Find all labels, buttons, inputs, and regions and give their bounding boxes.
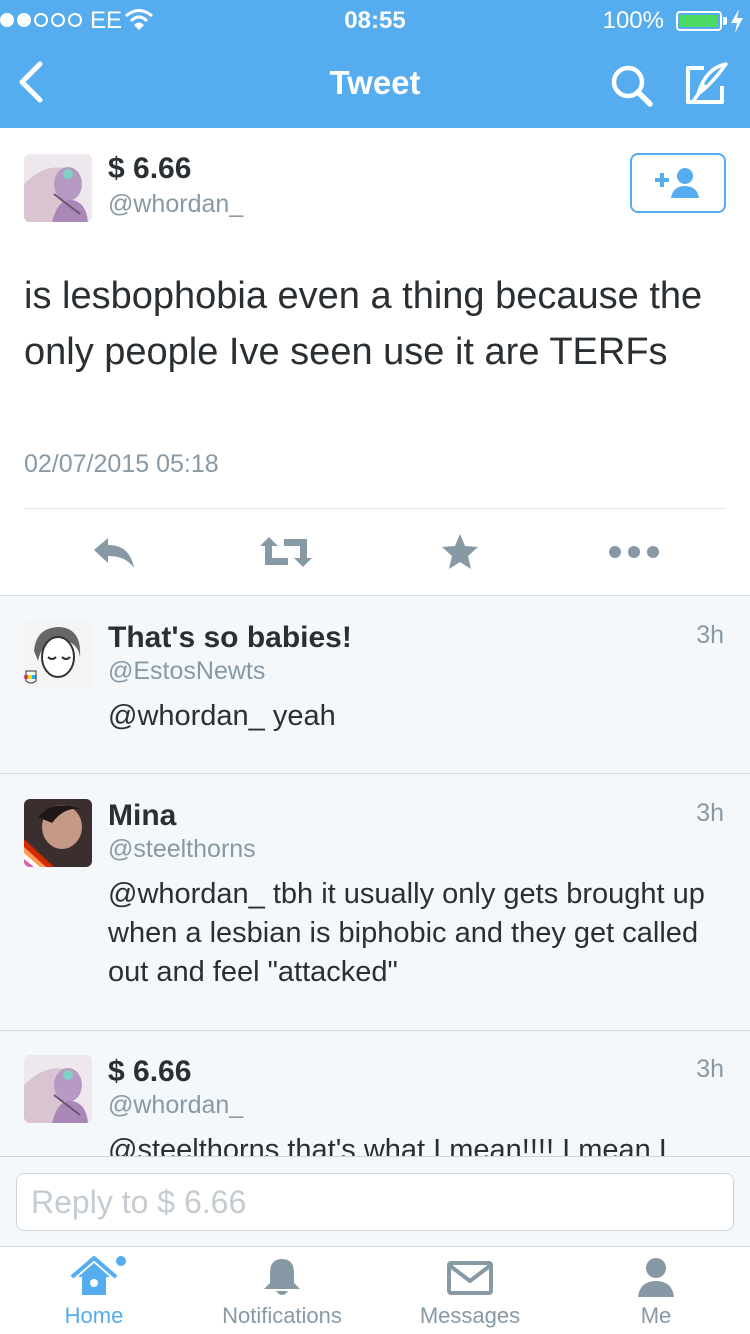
tab-me[interactable]: Me xyxy=(562,1247,750,1334)
compose-icon xyxy=(686,62,728,104)
reply-author-name[interactable]: That's so babies! xyxy=(108,621,352,655)
reply-text: @whordan_ tbh it usually only gets broug… xyxy=(108,878,705,988)
retweet-icon xyxy=(260,537,312,567)
reply-author-name[interactable]: $ 6.66 xyxy=(108,1055,191,1089)
reply-author-handle[interactable]: @whordan_ xyxy=(108,1091,243,1120)
avatar[interactable] xyxy=(24,1055,92,1123)
charging-bolt-icon xyxy=(731,9,743,33)
favorite-icon xyxy=(442,534,478,569)
tab-bar: Home Notifications Messages Me xyxy=(0,1246,750,1334)
tab-label: Notifications xyxy=(222,1303,342,1328)
tab-home[interactable]: Home xyxy=(0,1247,188,1334)
reply-text: @steelthorns that's what I mean!!!! I me… xyxy=(108,1134,667,1156)
reply-tweet[interactable]: Mina @steelthorns 3h @whordan_ tbh it us… xyxy=(0,775,750,1031)
tweet-actions xyxy=(0,528,750,578)
follow-button[interactable] xyxy=(630,153,726,213)
home-icon xyxy=(70,1256,126,1295)
compose-button[interactable] xyxy=(682,60,730,108)
top-bar: EE 08:55 100% Tweet xyxy=(0,0,750,128)
tab-messages[interactable]: Messages xyxy=(376,1247,564,1334)
avatar[interactable] xyxy=(24,799,92,867)
tab-label: Me xyxy=(640,1303,672,1328)
tweet-text: is lesbophobia even a thing because the … xyxy=(24,275,703,373)
reply-author-handle[interactable]: @steelthorns xyxy=(108,835,256,864)
divider xyxy=(24,508,726,509)
reply-bar xyxy=(0,1156,750,1246)
status-bar: EE 08:55 100% xyxy=(0,0,750,40)
envelope-icon xyxy=(447,1261,493,1295)
bell-icon xyxy=(264,1259,300,1295)
reply-icon xyxy=(94,538,134,568)
retweet-button[interactable] xyxy=(258,532,314,572)
reply-time: 3h xyxy=(696,799,724,827)
tab-notifications[interactable]: Notifications xyxy=(188,1247,376,1334)
person-icon xyxy=(638,1258,674,1297)
tab-label: Messages xyxy=(419,1303,521,1328)
search-button[interactable] xyxy=(608,62,656,110)
reply-author-name[interactable]: Mina xyxy=(108,799,176,833)
reply-text: @whordan_ yeah xyxy=(108,700,336,732)
tweet-timestamp: 02/07/2015 05:18 xyxy=(24,450,219,478)
battery-icon xyxy=(676,11,722,31)
author-handle[interactable]: @whordan_ xyxy=(108,190,243,219)
add-user-icon xyxy=(655,168,699,198)
more-icon xyxy=(609,546,659,558)
reply-tweet[interactable]: $ 6.66 @whordan_ 3h @steelthorns that's … xyxy=(0,1031,750,1156)
battery-percentage: 100% xyxy=(602,7,664,34)
main-tweet: $ 6.66 @whordan_ is lesbophobia even a t… xyxy=(0,128,750,596)
reply-button[interactable] xyxy=(86,532,142,572)
search-icon xyxy=(611,65,653,107)
tab-label: Home xyxy=(64,1303,124,1328)
author-name[interactable]: $ 6.66 xyxy=(108,152,191,186)
favorite-button[interactable] xyxy=(432,532,488,572)
reply-time: 3h xyxy=(696,621,724,649)
reply-tweet[interactable]: That's so babies! @EstosNewts 3h @whorda… xyxy=(0,597,750,774)
more-button[interactable] xyxy=(606,532,662,572)
reply-time: 3h xyxy=(696,1055,724,1083)
avatar[interactable] xyxy=(24,154,92,222)
reply-input[interactable] xyxy=(16,1173,734,1231)
reply-author-handle[interactable]: @EstosNewts xyxy=(108,657,265,686)
avatar[interactable] xyxy=(24,621,92,689)
